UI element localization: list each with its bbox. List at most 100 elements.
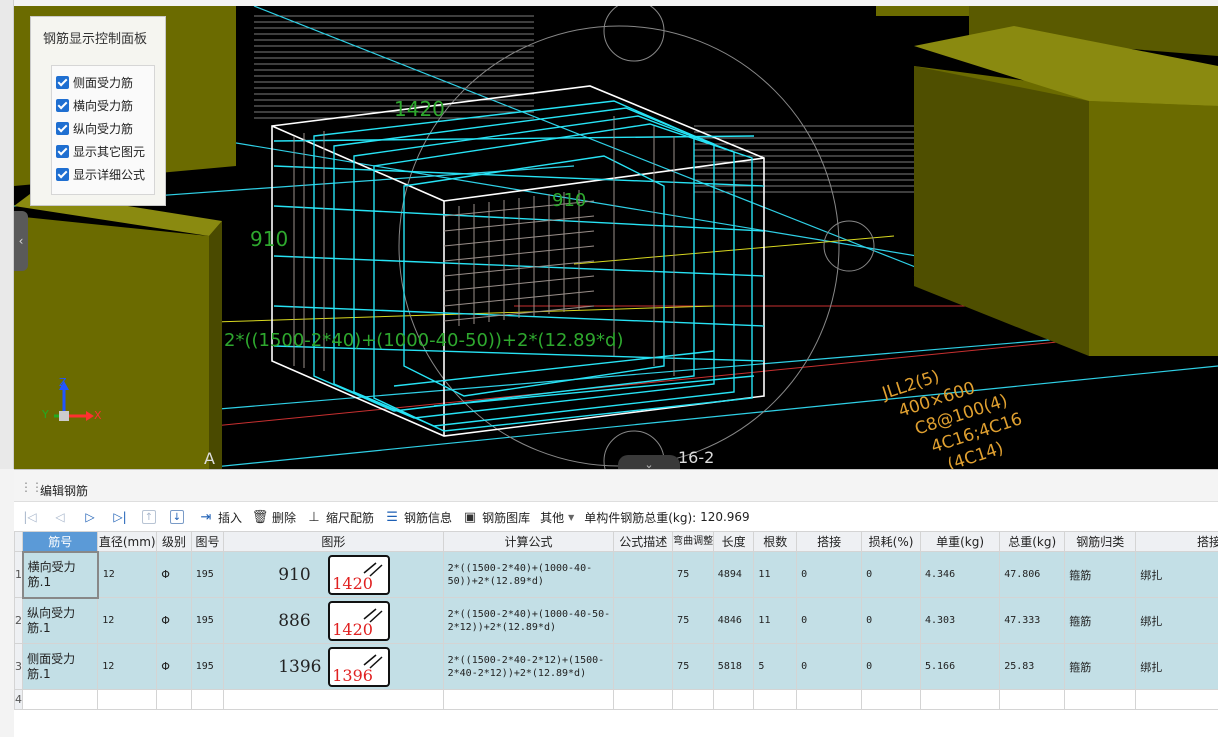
cell-lap-type[interactable]: 绑扎 bbox=[1135, 597, 1218, 644]
checkbox-transverse-rebar[interactable]: 横向受力筋 bbox=[56, 95, 133, 115]
empty-cell[interactable] bbox=[223, 689, 444, 710]
header-figure-no[interactable]: 图号 bbox=[190, 531, 225, 552]
rebar-info-button[interactable]: ☰ 钢筋信息 bbox=[384, 506, 452, 528]
empty-cell[interactable] bbox=[999, 689, 1066, 710]
cell-lap[interactable]: 0 bbox=[796, 551, 863, 598]
collapse-bottom-handle[interactable]: ⌄ bbox=[618, 455, 680, 469]
empty-cell[interactable] bbox=[22, 689, 99, 710]
cell-rebar-no[interactable]: 纵向受力筋.1 bbox=[22, 597, 99, 644]
next-record-icon[interactable]: ▷ bbox=[82, 509, 98, 525]
cell-bend-adjust[interactable]: 75 bbox=[672, 551, 714, 598]
cell-formula[interactable]: 2*((1500-2*40)+(1000-40-50))+2*(12.89*d) bbox=[442, 551, 615, 598]
move-down-icon[interactable]: ↓ bbox=[170, 510, 184, 524]
header-shape[interactable]: 图形 bbox=[223, 531, 444, 552]
cell-count[interactable]: 11 bbox=[753, 551, 798, 598]
cell-figure-no[interactable]: 195 bbox=[190, 551, 225, 598]
checkbox-checked-icon[interactable] bbox=[56, 144, 69, 158]
empty-cell[interactable] bbox=[753, 689, 798, 710]
header-grade[interactable]: 级别 bbox=[156, 531, 192, 552]
checkbox-longitudinal-rebar[interactable]: 纵向受力筋 bbox=[56, 118, 133, 138]
checkbox-checked-icon[interactable] bbox=[56, 121, 69, 135]
cell-formula[interactable]: 2*((1500-2*40)+(1000-40-50-2*12))+2*(12.… bbox=[442, 597, 615, 644]
cell-loss[interactable]: 0 bbox=[861, 597, 921, 644]
cell-lap[interactable]: 0 bbox=[796, 597, 863, 644]
scale-rebar-button[interactable]: ⊥ 缩尺配筋 bbox=[306, 506, 374, 528]
empty-cell[interactable] bbox=[156, 689, 192, 710]
cell-unit-weight[interactable]: 4.303 bbox=[919, 597, 1001, 644]
table-row[interactable]: 3 侧面受力筋.1 12 Φ 195 1396 1396 2*((1500-2*… bbox=[13, 643, 1218, 690]
header-diameter[interactable]: 直径(mm) bbox=[97, 531, 158, 552]
cell-shape[interactable]: 886 1420 bbox=[223, 597, 444, 644]
3d-scene[interactable]: 1420 910 910 2*((1500-2*40)+(1000-40-50)… bbox=[14, 6, 1218, 469]
empty-cell[interactable] bbox=[442, 689, 615, 710]
cell-grade[interactable]: Φ bbox=[156, 643, 192, 690]
empty-cell[interactable] bbox=[712, 689, 755, 710]
cell-formula-desc[interactable] bbox=[613, 643, 674, 690]
header-category[interactable]: 钢筋归类 bbox=[1064, 531, 1137, 552]
collapse-left-handle[interactable]: ‹ bbox=[14, 211, 28, 271]
previous-record-icon[interactable]: ◁ bbox=[52, 509, 68, 525]
header-unit-weight[interactable]: 单重(kg) bbox=[919, 531, 1001, 552]
cell-unit-weight[interactable]: 4.346 bbox=[919, 551, 1001, 598]
cell-total-weight[interactable]: 25.83 bbox=[999, 643, 1066, 690]
cell-shape[interactable]: 910 1420 bbox=[223, 551, 444, 598]
cell-rebar-no[interactable]: 横向受力筋.1 bbox=[21, 550, 99, 599]
table-row[interactable]: 2 纵向受力筋.1 12 Φ 195 886 1420 2*((1500-2*4… bbox=[13, 597, 1218, 644]
cell-shape[interactable]: 1396 1396 bbox=[223, 643, 444, 690]
cell-formula[interactable]: 2*((1500-2*40-2*12)+(1500-2*40-2*12))+2*… bbox=[442, 643, 615, 690]
empty-cell[interactable] bbox=[672, 689, 714, 710]
checkbox-show-other[interactable]: 显示其它图元 bbox=[56, 141, 145, 161]
cell-bend-adjust[interactable]: 75 bbox=[672, 643, 714, 690]
empty-cell[interactable] bbox=[861, 689, 921, 710]
rebar-library-button[interactable]: ▣ 钢筋图库 bbox=[462, 506, 530, 528]
header-total-weight[interactable]: 总重(kg) bbox=[999, 531, 1066, 552]
cell-length[interactable]: 5818 bbox=[712, 643, 755, 690]
checkbox-show-formula[interactable]: 显示详细公式 bbox=[56, 164, 145, 184]
header-formula-desc[interactable]: 公式描述 bbox=[613, 531, 674, 552]
cell-category[interactable]: 箍筋 bbox=[1064, 597, 1137, 644]
cell-diameter[interactable]: 12 bbox=[97, 551, 158, 598]
cell-category[interactable]: 箍筋 bbox=[1064, 643, 1137, 690]
checkbox-checked-icon[interactable] bbox=[56, 75, 69, 89]
drag-grip-icon[interactable]: ⋮⋮ bbox=[20, 480, 43, 494]
header-rebar-no[interactable]: 筋号 bbox=[22, 531, 99, 552]
cell-count[interactable]: 5 bbox=[753, 643, 798, 690]
cell-figure-no[interactable]: 195 bbox=[190, 597, 225, 644]
last-record-icon[interactable]: ▷| bbox=[112, 509, 128, 525]
cell-loss[interactable]: 0 bbox=[861, 551, 921, 598]
table-row[interactable]: 1 横向受力筋.1 12 Φ 195 910 1420 2*((1500-2*4… bbox=[13, 550, 1218, 599]
cell-lap[interactable]: 0 bbox=[796, 643, 863, 690]
empty-cell[interactable] bbox=[97, 689, 158, 710]
cell-rebar-no[interactable]: 侧面受力筋.1 bbox=[22, 643, 99, 690]
header-lap-type[interactable]: 搭接形 bbox=[1135, 531, 1218, 552]
cell-diameter[interactable]: 12 bbox=[97, 597, 158, 644]
delete-button[interactable]: 🗑 删除 bbox=[252, 506, 296, 528]
empty-cell[interactable] bbox=[1135, 689, 1218, 710]
checkbox-side-rebar[interactable]: 侧面受力筋 bbox=[56, 72, 133, 92]
cell-diameter[interactable]: 12 bbox=[97, 643, 158, 690]
empty-cell[interactable] bbox=[613, 689, 674, 710]
cell-total-weight[interactable]: 47.333 bbox=[999, 597, 1066, 644]
cell-grade[interactable]: Φ bbox=[156, 597, 192, 644]
checkbox-checked-icon[interactable] bbox=[56, 167, 69, 181]
empty-cell[interactable] bbox=[190, 689, 225, 710]
header-loss[interactable]: 损耗(%) bbox=[861, 531, 921, 552]
other-dropdown[interactable]: 其他 ▼ bbox=[540, 506, 574, 528]
move-up-icon[interactable]: ↑ bbox=[142, 510, 156, 524]
empty-cell[interactable] bbox=[1064, 689, 1137, 710]
cell-bend-adjust[interactable]: 75 bbox=[672, 597, 714, 644]
cell-length[interactable]: 4846 bbox=[712, 597, 755, 644]
cell-category[interactable]: 箍筋 bbox=[1064, 551, 1137, 598]
cell-formula-desc[interactable] bbox=[613, 551, 674, 598]
insert-button[interactable]: ⇥ 插入 bbox=[198, 506, 242, 528]
cell-lap-type[interactable]: 绑扎 bbox=[1135, 551, 1218, 598]
cell-length[interactable]: 4894 bbox=[712, 551, 755, 598]
3d-viewport[interactable]: 1420 910 910 2*((1500-2*40)+(1000-40-50)… bbox=[14, 6, 1218, 469]
header-count[interactable]: 根数 bbox=[753, 531, 798, 552]
cell-grade[interactable]: Φ bbox=[156, 551, 192, 598]
cell-unit-weight[interactable]: 5.166 bbox=[919, 643, 1001, 690]
cell-figure-no[interactable]: 195 bbox=[190, 643, 225, 690]
header-formula[interactable]: 计算公式 bbox=[442, 531, 615, 552]
cell-loss[interactable]: 0 bbox=[861, 643, 921, 690]
cell-total-weight[interactable]: 47.806 bbox=[999, 551, 1066, 598]
